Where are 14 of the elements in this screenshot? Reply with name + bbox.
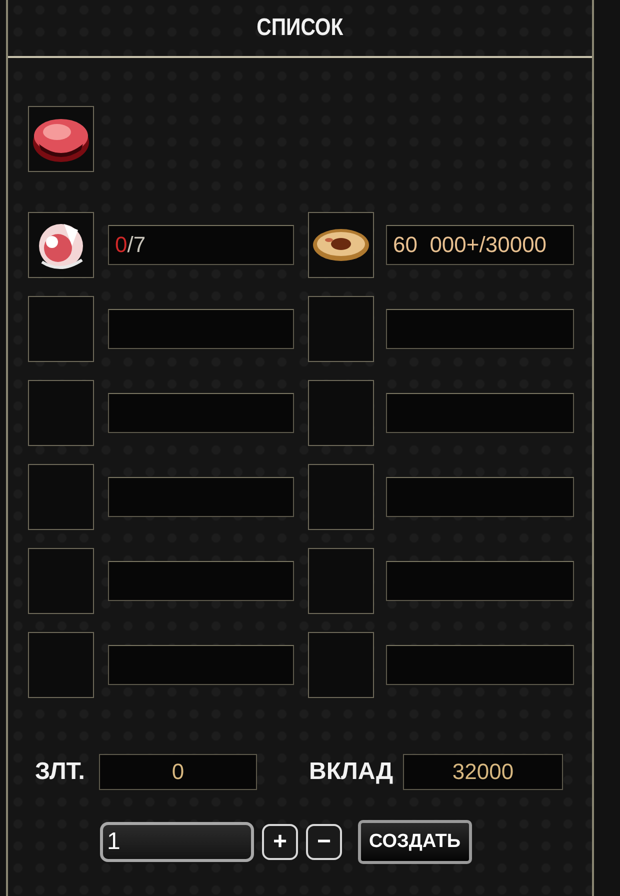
minus-button[interactable]: − — [306, 824, 342, 860]
window-title: СПИСОК — [256, 14, 344, 42]
material-count-field: 60 000+/30000 — [386, 225, 574, 265]
create-button[interactable]: СОЗДАТЬ — [358, 820, 472, 864]
material-slot[interactable] — [308, 212, 374, 278]
material-slot[interactable] — [28, 212, 94, 278]
product-slot[interactable] — [28, 106, 94, 172]
material-count-field: 0/7 — [108, 225, 294, 265]
deposit-field: 32000 — [403, 754, 563, 790]
plus-button[interactable]: + — [262, 824, 298, 860]
quantity-input[interactable]: 1 — [100, 822, 254, 862]
currency-field: 0 — [99, 754, 257, 790]
deposit-label: ВКЛАД — [309, 758, 394, 786]
currency-label: ЗЛТ. — [35, 758, 86, 786]
